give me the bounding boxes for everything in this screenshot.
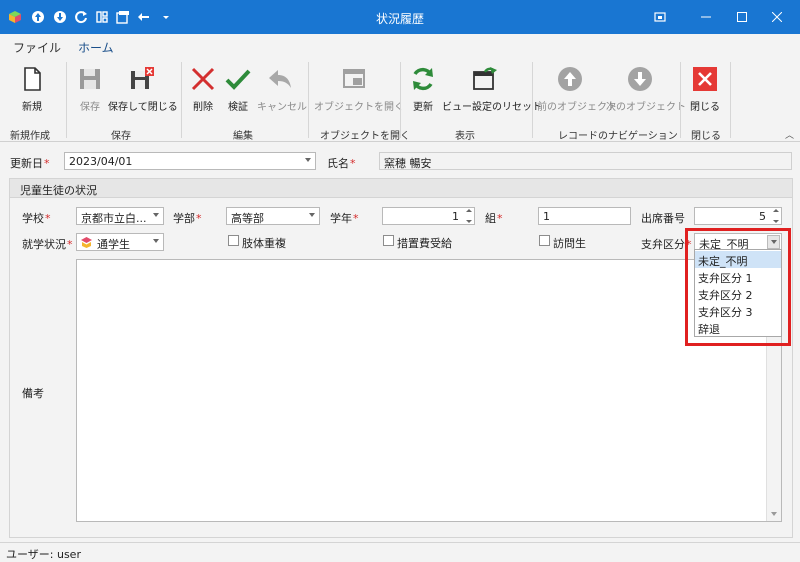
window-icon [343, 69, 365, 88]
chevron-down-icon[interactable] [305, 158, 311, 162]
status-bar: ユーザー: user [0, 542, 800, 562]
check-icon [225, 69, 251, 90]
previous-object-button[interactable]: 前のオブジェクト [537, 62, 617, 118]
save-button[interactable]: 保存 [72, 62, 108, 118]
update-date-label: 更新日* [10, 157, 50, 170]
remarks-textarea[interactable] [76, 259, 782, 522]
save-close-button[interactable]: 保存して閉じる [108, 62, 178, 118]
multiple-disability-label: 肢体重複 [242, 237, 286, 250]
allowance-checkbox[interactable] [383, 235, 394, 246]
name-label: 氏名* [327, 157, 356, 170]
new-button[interactable]: 新規 [10, 62, 54, 118]
tab-file[interactable]: ファイル [13, 39, 61, 56]
down-circle-icon [628, 67, 652, 91]
chevron-down-icon[interactable] [309, 213, 315, 217]
group-label-new: 新規作成 [10, 131, 50, 142]
close-form-button[interactable]: 閉じる [686, 62, 724, 118]
group-label-navigation: レコードのナビゲーション [558, 131, 678, 142]
up-circle-icon [558, 67, 582, 91]
grade-label: 学年* [330, 212, 359, 225]
visiting-student-label: 訪問生 [553, 237, 586, 250]
group-label-view: 表示 [455, 131, 475, 142]
enrollment-select[interactable]: 通学生 [76, 233, 164, 251]
allowance-label: 措置費受給 [397, 237, 452, 250]
collapse-ribbon-icon[interactable]: ︿ [785, 128, 794, 141]
enrollment-label: 就学状況* [22, 238, 73, 251]
support-category-label: 支弁区分* [641, 238, 692, 251]
delete-icon [191, 67, 215, 91]
remarks-label: 備考 [22, 387, 44, 400]
reset-view-icon [473, 67, 497, 90]
chevron-down-icon[interactable] [153, 213, 159, 217]
new-document-icon [24, 67, 41, 91]
attendance-number-label: 出席番号 [641, 212, 685, 225]
group-label-save: 保存 [111, 131, 131, 142]
ribbon: 新規 保存 保存して閉じる 削除 検証 キャンセル オブジェクトを開く 更新 ビ… [0, 58, 800, 142]
attendance-number-stepper[interactable]: 5 [694, 207, 782, 225]
group-label-edit: 編集 [233, 131, 253, 142]
multiple-disability-checkbox[interactable] [228, 235, 239, 246]
delete-button[interactable]: 削除 [187, 62, 219, 118]
status-user: ユーザー: user [6, 548, 81, 561]
cancel-button[interactable]: キャンセル [257, 62, 307, 118]
grade-stepper[interactable]: 1 [382, 207, 475, 225]
save-icon [80, 69, 100, 89]
reset-view-button[interactable]: ビュー設定のリセット [442, 62, 542, 118]
close-x-icon [693, 67, 717, 91]
class-field[interactable]: 1 [538, 207, 631, 225]
close-icon[interactable] [754, 0, 800, 34]
undo-icon [269, 70, 291, 88]
name-field[interactable]: 窯穂 暢安 [379, 152, 792, 170]
student-hat-icon [80, 236, 93, 250]
next-object-button[interactable]: 次のオブジェクト [606, 62, 686, 118]
spin-icon[interactable] [770, 208, 781, 224]
spin-icon[interactable] [463, 208, 474, 224]
group-label-close: 閉じる [691, 131, 721, 142]
scroll-down-icon[interactable] [771, 512, 777, 516]
department-label: 学部* [173, 212, 202, 225]
highlight-box [685, 228, 791, 346]
validate-button[interactable]: 検証 [222, 62, 254, 118]
ribbon-tabs: ファイル ホーム [0, 34, 800, 60]
title-bar: 状況履歴 [0, 0, 800, 34]
school-select[interactable]: 京都市立白... [76, 207, 164, 225]
refresh-button[interactable]: 更新 [406, 62, 440, 118]
visiting-student-checkbox[interactable] [539, 235, 550, 246]
open-object-button[interactable]: オブジェクトを開く [314, 62, 404, 118]
chevron-down-icon[interactable] [153, 239, 159, 243]
student-status-group-title: 児童生徒の状況 [9, 178, 793, 198]
save-close-icon [131, 67, 154, 89]
refresh-icon [413, 67, 433, 91]
restore-icon[interactable] [637, 0, 683, 34]
class-label: 組* [485, 212, 503, 225]
update-date-field[interactable]: 2023/04/01 [64, 152, 316, 170]
tab-home[interactable]: ホーム [78, 39, 114, 60]
school-label: 学校* [22, 212, 51, 225]
group-label-open-object: オブジェクトを開く [320, 131, 410, 142]
department-select[interactable]: 高等部 [226, 207, 320, 225]
